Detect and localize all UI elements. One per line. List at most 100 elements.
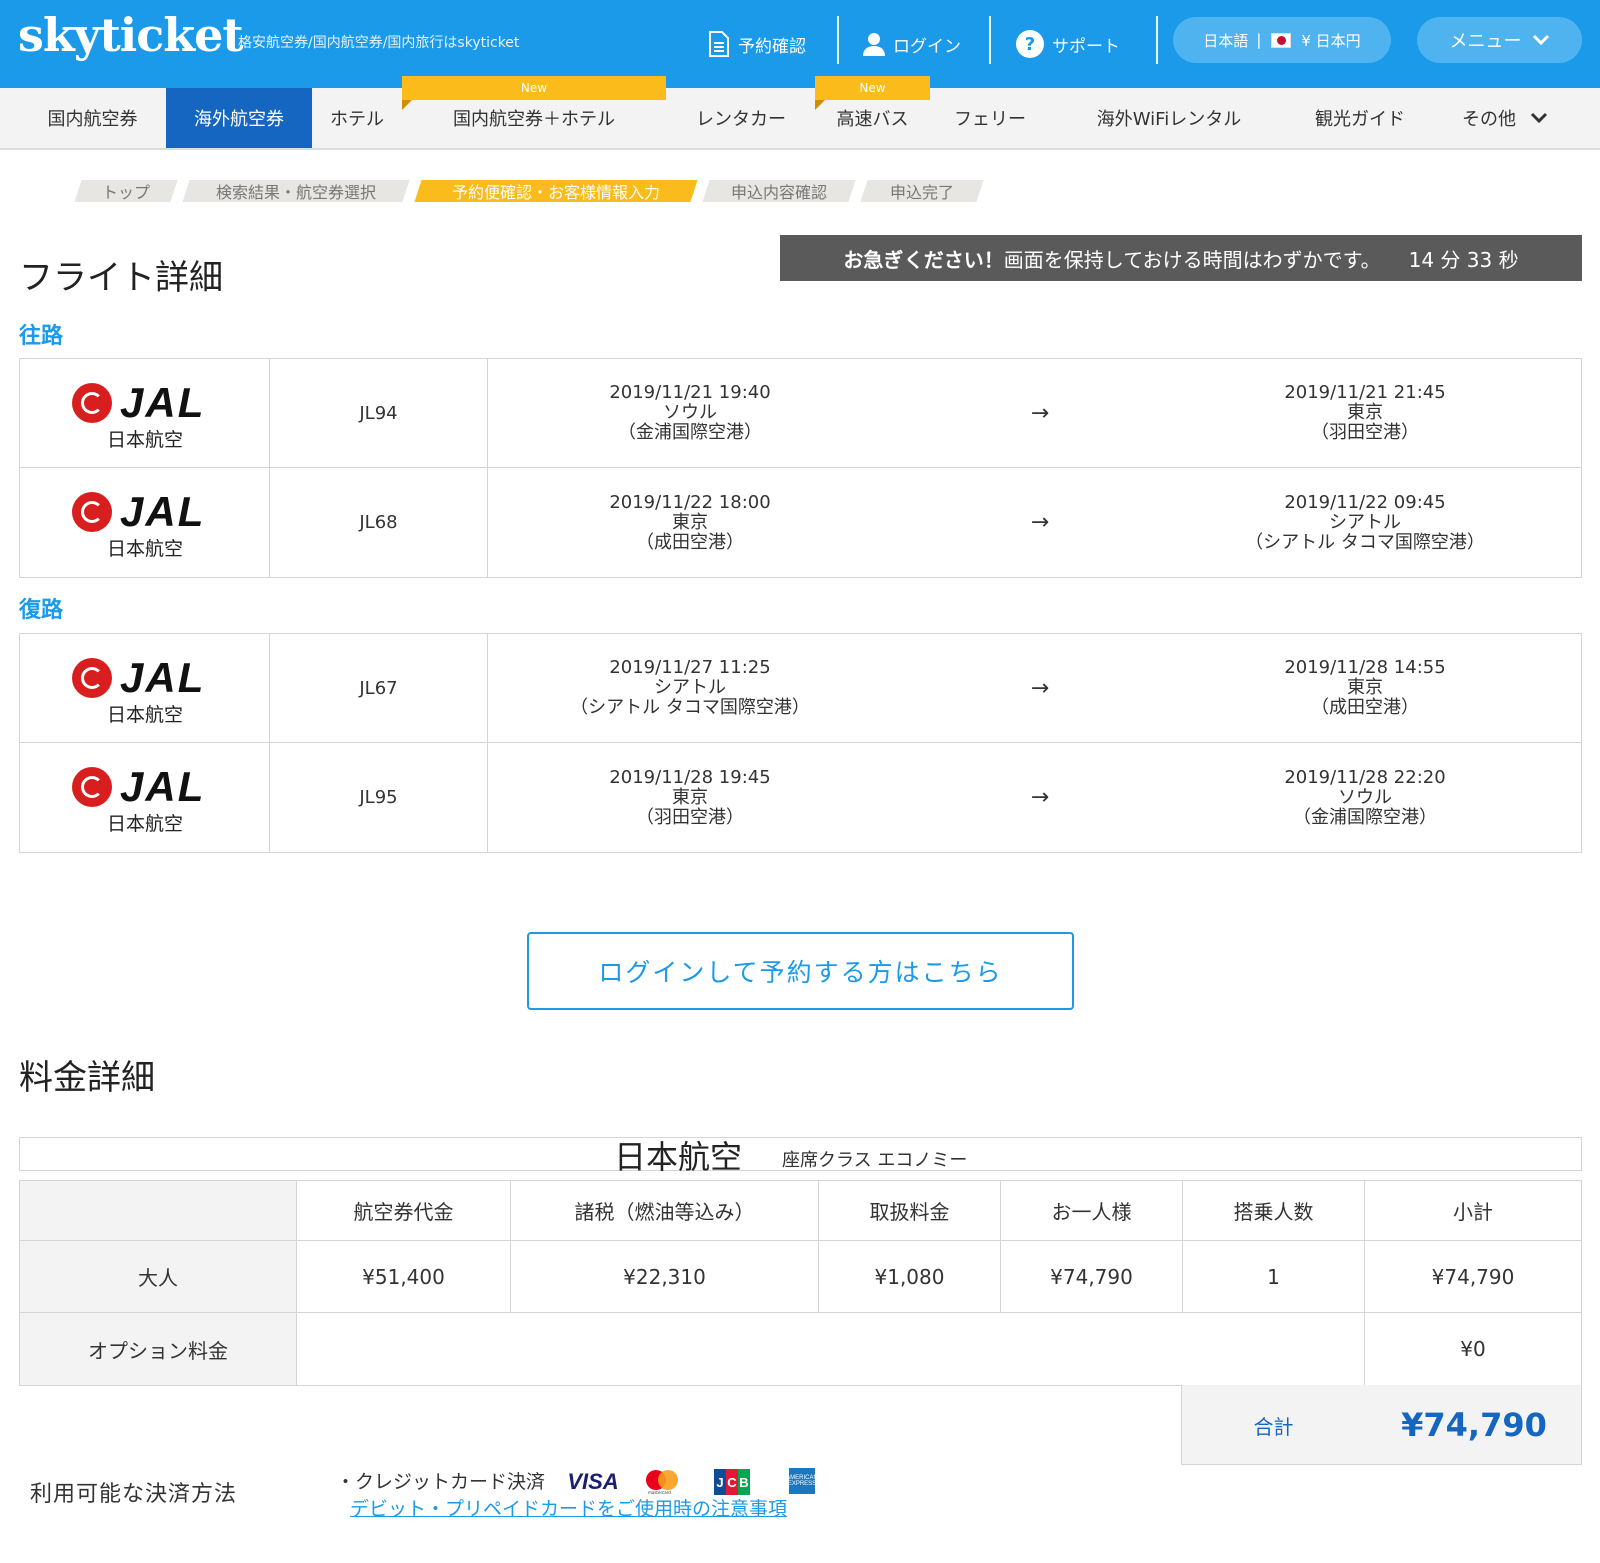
tab-other-label: その他 <box>1462 109 1516 130</box>
tab-rental-car[interactable]: レンタカー <box>670 88 812 148</box>
fare-table: 航空券代金 諸税（燃油等込み） 取扱料金 お一人様 搭乗人数 小計 大人 ¥51… <box>19 1180 1582 1386</box>
tab-overseas-wifi[interactable]: 海外WiFiレンタル <box>1060 88 1278 148</box>
total-label: 合計 <box>1253 1414 1294 1439</box>
help-icon: ? <box>1016 30 1044 58</box>
arrival-city: ソウル <box>1338 786 1392 808</box>
site-logo[interactable]: skyticket <box>18 8 244 62</box>
arrival-city: 東京 <box>1347 677 1383 698</box>
step-search-results: 検索結果・航空券選択 <box>182 180 410 202</box>
site-header: skyticket 格安航空券/国内航空券/国内旅行はskyticket 予約確… <box>0 0 1600 88</box>
timer-message: 画面を保持しておける時間はわずかです。 <box>1003 247 1381 272</box>
flight-number: JL68 <box>270 468 488 577</box>
airline-name: 日本航空 <box>106 538 183 560</box>
departure-airport: （成田空港） <box>636 531 744 553</box>
arrival-airport: （金浦国際空港） <box>1293 806 1437 828</box>
departure-info: 2019/11/28 19:45 東京 （羽田空港） <box>490 743 890 852</box>
seat-class: 座席クラス エコノミー <box>782 1150 968 1171</box>
header-divider <box>837 16 839 64</box>
outbound-flights-table: JAL 日本航空 JL94 2019/11/21 19:40 ソウル （金浦国際… <box>19 358 1582 578</box>
departure-city: 東京 <box>672 511 708 533</box>
support-link[interactable]: ? サポート <box>1016 22 1120 66</box>
header-divider <box>989 16 991 64</box>
menu-label: メニュー <box>1449 31 1522 52</box>
arrival-info: 2019/11/28 22:20 ソウル （金浦国際空港） <box>1180 743 1550 852</box>
credit-card-payment: ・クレジットカード決済 <box>336 1471 546 1493</box>
flight-details-title: フライト詳細 <box>19 258 223 298</box>
arrival-info: 2019/11/28 14:55 東京 （成田空港） <box>1180 634 1550 742</box>
visa-icon: VISA <box>567 1469 619 1494</box>
step-current-info-entry: 予約便確認・お客様情報入力 <box>414 180 698 202</box>
mastercard-icon: mastercard <box>646 1468 682 1496</box>
amex-icon: AMERICAN EXPRESS <box>786 1468 818 1494</box>
step-complete: 申込完了 <box>860 180 984 202</box>
step-top: トップ <box>74 180 178 202</box>
tab-other[interactable]: その他 <box>1440 88 1570 148</box>
departure-time: 2019/11/27 11:25 <box>609 657 771 678</box>
user-icon <box>863 32 885 56</box>
fare-header-handling: 取扱料金 <box>819 1181 1001 1241</box>
arrival-city: 東京 <box>1347 402 1383 423</box>
arrow-right-icon: → <box>1030 675 1050 701</box>
reservation-check-link[interactable]: 予約確認 <box>708 22 806 66</box>
outbound-label: 往路 <box>19 324 64 349</box>
airline-name: 日本航空 <box>106 704 183 726</box>
departure-time: 2019/11/22 18:00 <box>609 491 771 513</box>
login-to-book-button[interactable]: ログインして予約する方はこちら <box>527 932 1074 1010</box>
flight-row: JAL 日本航空 JL94 2019/11/21 19:40 ソウル （金浦国際… <box>20 359 1581 468</box>
login-link[interactable]: ログイン <box>863 22 961 66</box>
fare-handling: ¥1,080 <box>819 1241 1001 1313</box>
fare-subtotal: ¥74,790 <box>1365 1241 1581 1313</box>
tab-domestic-flights[interactable]: 国内航空券 <box>20 88 165 148</box>
airline-cell: JAL 日本航空 <box>20 468 270 577</box>
currency-label: ¥ 日本円 <box>1301 31 1361 50</box>
departure-info: 2019/11/21 19:40 ソウル （金浦国際空港） <box>490 359 890 467</box>
fare-passenger-count: 1 <box>1183 1241 1365 1313</box>
airline-cell: JAL 日本航空 <box>20 359 270 467</box>
fare-airline-header: 日本航空 座席クラス エコノミー <box>19 1137 1582 1176</box>
flight-row: JAL 日本航空 JL68 2019/11/22 18:00 東京 （成田空港）… <box>20 468 1581 577</box>
support-label: サポート <box>1052 36 1120 57</box>
fare-details-title: 料金詳細 <box>19 1058 155 1098</box>
category-nav: 国内航空券 海外航空券 ホテル 国内航空券＋ホテル レンタカー 高速バス フェリ… <box>0 88 1600 150</box>
return-flights-table: JAL 日本航空 JL67 2019/11/27 11:25 シアトル （シアト… <box>19 633 1582 853</box>
arrow-right-icon: → <box>1030 400 1050 426</box>
site-tagline: 格安航空券/国内航空券/国内旅行はskyticket <box>238 35 520 51</box>
menu-button[interactable]: メニュー <box>1417 17 1582 63</box>
fare-header-passengers: 搭乗人数 <box>1183 1181 1365 1241</box>
arrival-airport: （シアトル タコマ国際空港） <box>1245 531 1485 553</box>
airline-cell: JAL 日本航空 <box>20 634 270 742</box>
fare-taxes: ¥22,310 <box>511 1241 819 1313</box>
jal-logo: JAL <box>72 488 222 535</box>
timer-prefix: お急ぎください！ <box>843 247 1004 272</box>
arrival-time: 2019/11/22 09:45 <box>1284 491 1446 513</box>
chevron-down-icon <box>1530 108 1548 129</box>
departure-info: 2019/11/22 18:00 東京 （成田空港） <box>490 468 890 577</box>
crane-icon <box>72 658 112 698</box>
fare-header-taxes: 諸税（燃油等込み） <box>511 1181 819 1241</box>
arrival-time: 2019/11/21 21:45 <box>1284 382 1446 403</box>
total-value: ¥74,790 <box>1401 1406 1547 1444</box>
crane-icon <box>72 767 112 807</box>
fare-row-label-options: オプション料金 <box>20 1313 297 1385</box>
flight-number: JL95 <box>270 743 488 852</box>
jal-logo: JAL <box>72 379 222 426</box>
login-label: ログイン <box>893 36 961 57</box>
document-icon <box>708 31 730 57</box>
arrival-info: 2019/11/21 21:45 東京 （羽田空港） <box>1180 359 1550 467</box>
tab-international-flights[interactable]: 海外航空券 <box>166 88 312 148</box>
debit-prepaid-notice-link[interactable]: デビット・プリペイドカードをご使用時の注意事項 <box>350 1494 787 1521</box>
arrow-right-icon: → <box>1030 785 1050 810</box>
arrival-info: 2019/11/22 09:45 シアトル （シアトル タコマ国際空港） <box>1180 468 1550 577</box>
step-confirm: 申込内容確認 <box>702 180 856 202</box>
jcb-icon: JCB <box>713 1468 751 1496</box>
tab-hotel[interactable]: ホテル <box>312 88 402 148</box>
departure-airport: （羽田空港） <box>636 806 744 828</box>
arrival-city: シアトル <box>1329 511 1401 533</box>
tab-sightseeing-guide[interactable]: 観光ガイド <box>1290 88 1430 148</box>
language-currency-selector[interactable]: 日本語 | ¥ 日本円 <box>1173 17 1391 63</box>
arrival-time: 2019/11/28 14:55 <box>1284 657 1446 678</box>
tab-ferry[interactable]: フェリー <box>930 88 1050 148</box>
fare-per-person: ¥74,790 <box>1001 1241 1183 1313</box>
arrival-airport: （成田空港） <box>1311 697 1419 718</box>
fare-ticket-price: ¥51,400 <box>297 1241 511 1313</box>
